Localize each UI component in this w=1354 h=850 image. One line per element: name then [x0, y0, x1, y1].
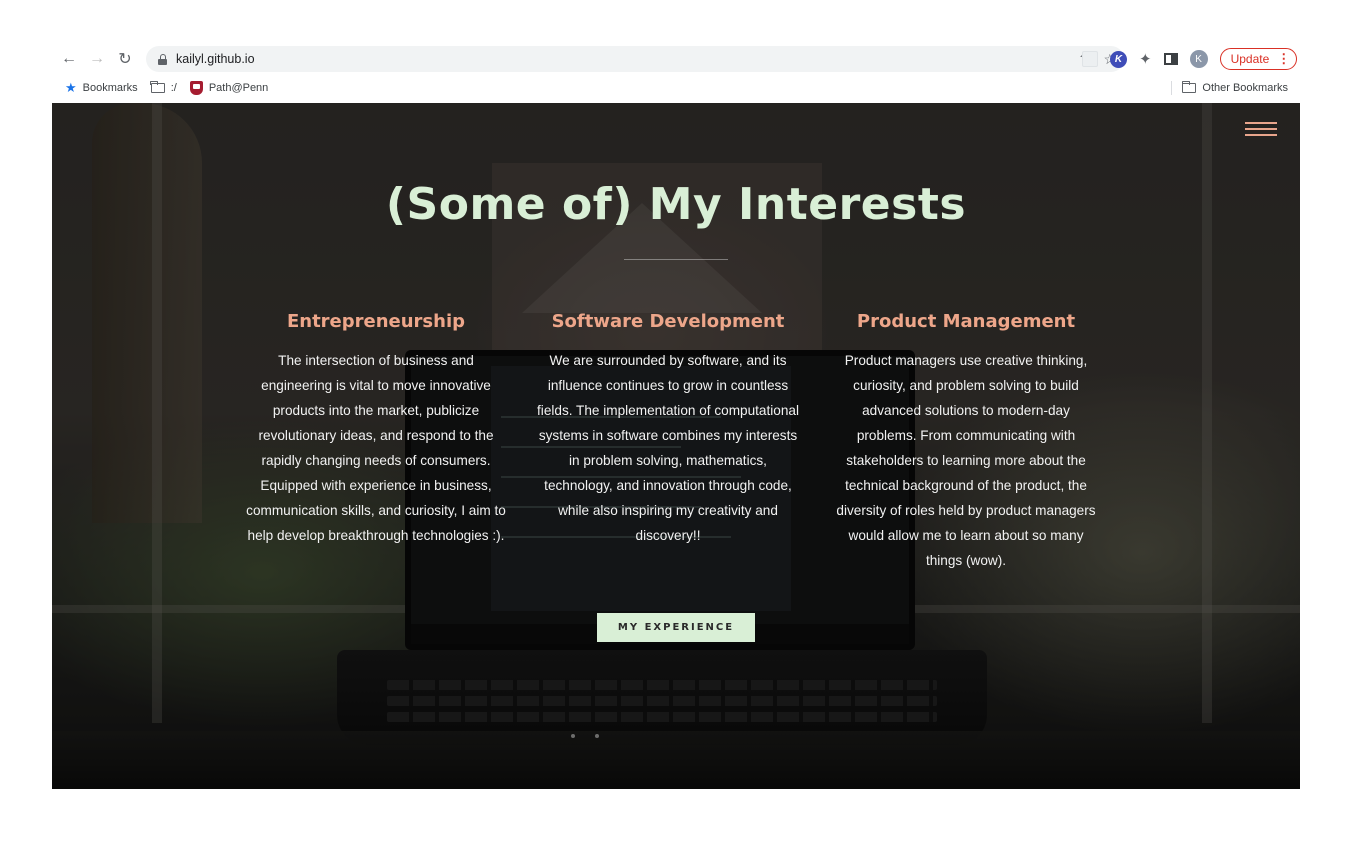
interest-column-entrepreneurship: Entrepreneurship The intersection of bus… [244, 311, 508, 548]
bookmark-folder[interactable]: :/ [150, 81, 177, 94]
interest-heading: Entrepreneurship [286, 311, 466, 332]
update-label: Update [1230, 52, 1270, 66]
interests-hero: (Some of) My Interests Entrepreneurship … [52, 103, 1300, 789]
puzzle-icon[interactable]: ✦ [1139, 50, 1152, 68]
bookmark-label: Path@Penn [208, 82, 269, 94]
bookmark-label: Bookmarks [82, 82, 138, 94]
reload-icon[interactable]: ↻ [114, 48, 136, 70]
url-text[interactable]: kailyl.github.io [176, 52, 255, 66]
bookmarks-separator [1171, 81, 1172, 95]
other-bookmarks-label: Other Bookmarks [1202, 82, 1288, 94]
penn-shield-icon [189, 81, 203, 95]
carousel-dot[interactable] [595, 734, 599, 738]
folder-icon [1182, 81, 1197, 93]
interest-text: We are surrounded by software, and its i… [537, 353, 799, 543]
interest-column-software-development: Software Development We are surrounded b… [536, 311, 800, 548]
extension-k-icon[interactable]: K [1110, 50, 1127, 68]
extension-k-letter: K [1114, 53, 1123, 65]
interest-text: Product managers use creative thinking, … [836, 353, 1096, 568]
side-panel-icon[interactable] [1163, 53, 1178, 65]
browser-chrome: ← → ↻ kailyl.github.io ⇪ ☆ K ✦ K Update … [52, 42, 1300, 103]
interest-heading: Product Management [856, 311, 1076, 332]
my-experience-button[interactable]: MY EXPERIENCE [597, 613, 755, 642]
bookmark-bookmarks[interactable]: ★ Bookmarks [65, 80, 138, 96]
extension-blank-icon[interactable] [1082, 51, 1098, 67]
menu-dots-icon: ⋮ [1277, 51, 1291, 66]
forward-arrow-icon[interactable]: → [86, 48, 108, 70]
update-button[interactable]: Update ⋮ [1219, 48, 1298, 70]
other-bookmarks[interactable]: Other Bookmarks [1182, 78, 1288, 98]
star-icon: ★ [65, 80, 77, 95]
browser-toolbar: ← → ↻ kailyl.github.io ⇪ ☆ K ✦ K Update … [52, 46, 1300, 72]
interest-text: The intersection of business and enginee… [246, 353, 506, 543]
page-title: (Some of) My Interests [385, 179, 967, 230]
bookmark-path-penn[interactable]: Path@Penn [189, 81, 269, 95]
interest-column-product-management: Product Management Product managers use … [834, 311, 1098, 573]
address-bar[interactable]: kailyl.github.io ⇪ ☆ [146, 46, 1124, 72]
bookmarks-bar: ★ Bookmarks :/ Path@Penn Other Bookmarks [52, 78, 1300, 98]
carousel-dot[interactable] [571, 734, 575, 738]
extensions-area: K ✦ K Update ⋮ [1082, 46, 1298, 72]
title-divider [624, 259, 728, 260]
hamburger-menu-icon[interactable] [1245, 122, 1277, 136]
bookmark-label: :/ [170, 82, 177, 94]
profile-avatar[interactable]: K [1189, 50, 1208, 68]
folder-icon [150, 81, 165, 93]
interest-heading: Software Development [551, 311, 785, 332]
avatar-letter: K [1195, 53, 1202, 65]
back-arrow-icon[interactable]: ← [58, 48, 80, 70]
lock-icon [158, 53, 167, 65]
carousel-dots [571, 734, 599, 738]
